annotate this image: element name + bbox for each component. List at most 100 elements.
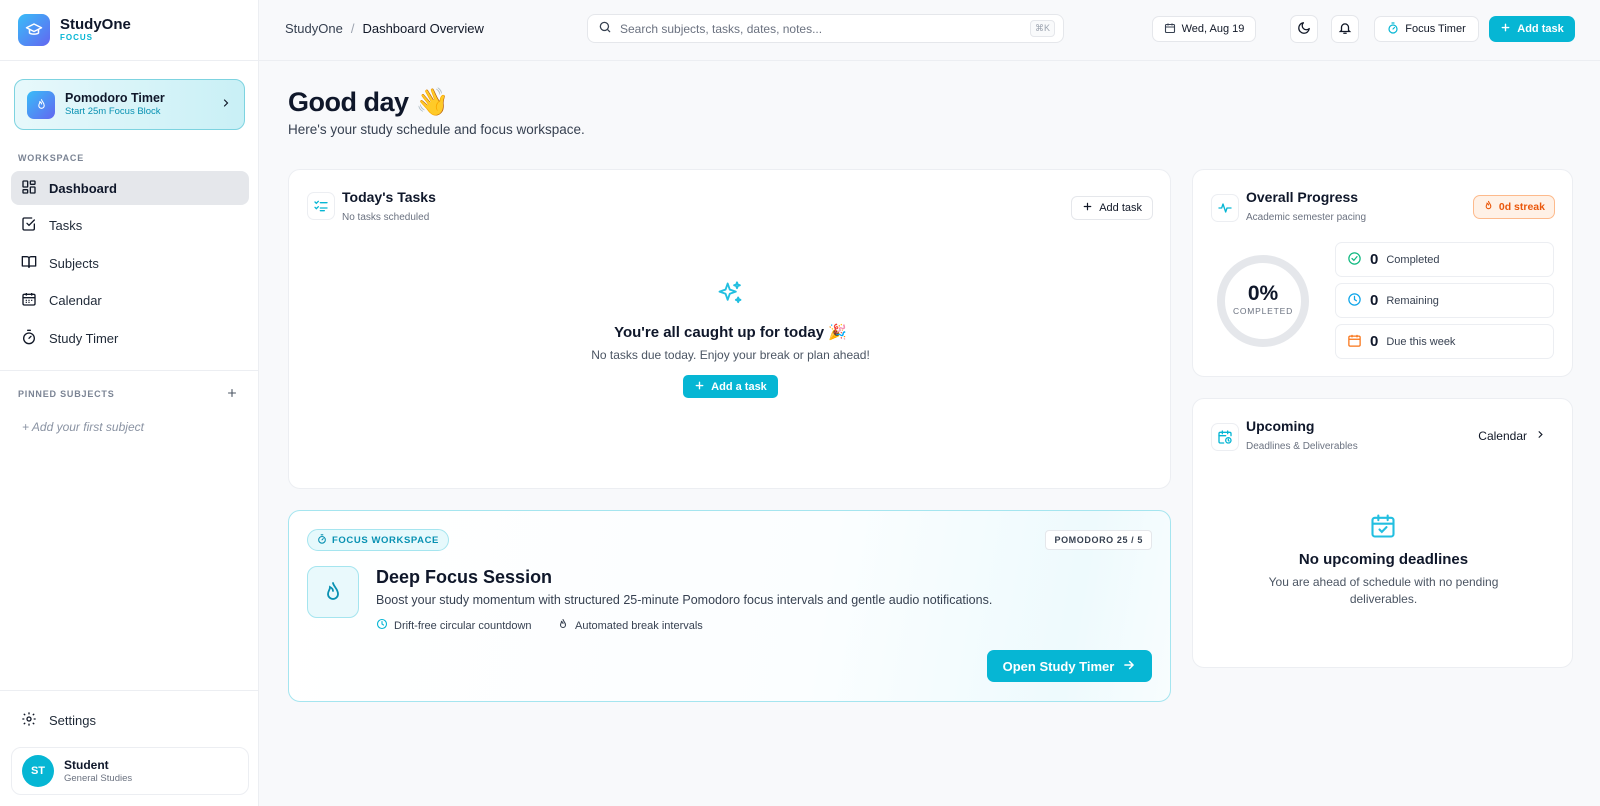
breadcrumb: StudyOne / Dashboard Overview (285, 21, 484, 36)
workspace-label: WORKSPACE (18, 153, 85, 163)
settings-label: Settings (49, 712, 96, 728)
sidebar-item-tasks[interactable]: Tasks (11, 208, 249, 242)
plus-icon (1500, 22, 1511, 36)
feature-breaks: Automated break intervals (557, 618, 703, 633)
add-a-task-label: Add a task (711, 380, 767, 393)
pomodoro-title: Pomodoro Timer (65, 91, 165, 105)
date-label: Wed, Aug 19 (1181, 23, 1245, 35)
checkbox-icon (21, 216, 37, 235)
card-subtitle: Deadlines & Deliverables (1246, 441, 1358, 452)
sidebar-item-label: Tasks (49, 217, 83, 233)
divider (0, 370, 258, 371)
arrow-right-icon (1122, 658, 1136, 675)
sidebar: StudyOne FOCUS Pomodoro Timer Start 25m … (0, 0, 259, 806)
sidebar-item-label: Subjects (49, 255, 99, 271)
list-check-icon (307, 192, 335, 220)
sidebar-item-calendar[interactable]: Calendar (11, 283, 249, 317)
feature-label: Automated break intervals (575, 619, 703, 632)
empty-state-title: You're all caught up for today 🎉 (614, 324, 847, 341)
focus-session-title: Deep Focus Session (376, 567, 553, 587)
calendar-check-icon (1369, 512, 1397, 543)
theme-toggle-button[interactable] (1290, 15, 1318, 43)
feature-countdown: Drift-free circular countdown (376, 618, 532, 633)
breadcrumb-separator: / (350, 21, 355, 36)
empty-state-subtitle: You are ahead of schedule with no pendin… (1268, 575, 1499, 606)
chevron-right-icon (1535, 429, 1546, 443)
page-subtitle: Here's your study schedule and focus wor… (288, 122, 585, 137)
streak-label: 0d streak (1498, 201, 1545, 213)
focus-workspace-pill: FOCUS WORKSPACE (307, 529, 449, 551)
pomodoro-subtitle: Start 25m Focus Block (65, 106, 161, 117)
clock-icon (1347, 292, 1362, 310)
breadcrumb-current: Dashboard Overview (362, 21, 484, 36)
chevron-right-icon (220, 97, 232, 112)
streak-badge: 0d streak (1472, 195, 1555, 219)
feature-label: Drift-free circular countdown (394, 619, 532, 632)
page-title: Good day 👋 (288, 87, 449, 117)
empty-state-subtitle: No tasks due today. Enjoy your break or … (591, 348, 870, 362)
gear-icon (21, 711, 37, 730)
divider (0, 690, 258, 691)
brand-subtitle: FOCUS (60, 33, 93, 42)
calendar-link[interactable]: Calendar (1478, 429, 1546, 443)
add-first-subject-link[interactable]: + Add your first subject (22, 420, 144, 434)
calendar-icon (21, 291, 37, 310)
search-bar[interactable]: ⌘K (587, 14, 1064, 43)
pomodoro-tag: POMODORO 25 / 5 (1045, 530, 1152, 550)
sidebar-item-label: Study Timer (49, 330, 119, 346)
moon-icon (1297, 21, 1311, 38)
date-button[interactable]: Wed, Aug 19 (1152, 16, 1256, 42)
card-subtitle: No tasks scheduled (342, 212, 430, 223)
timer-icon (21, 329, 37, 348)
pill-label: FOCUS WORKSPACE (332, 534, 439, 546)
stat-value: 0 (1370, 292, 1379, 309)
add-task-label: Add task (1517, 23, 1564, 35)
sidebar-item-dashboard[interactable]: Dashboard (11, 171, 249, 205)
progress-percent-label: COMPLETED (1232, 306, 1294, 316)
add-task-label: Add task (1099, 202, 1142, 214)
card-title: Overall Progress (1246, 189, 1359, 205)
timer-icon (1387, 21, 1399, 37)
calendar-icon (1347, 333, 1362, 351)
add-pinned-subject-plus-icon[interactable] (226, 387, 238, 402)
stat-label: Completed (1386, 253, 1440, 266)
sidebar-item-study-timer[interactable]: Study Timer (11, 321, 249, 355)
add-a-task-button[interactable]: Add a task (683, 375, 778, 398)
search-icon (598, 20, 612, 37)
stat-due-this-week: 0 Due this week (1335, 324, 1554, 359)
calendar-icon (1164, 22, 1176, 37)
focus-session-description: Boost your study momentum with structure… (376, 593, 993, 607)
sidebar-item-label: Calendar (49, 292, 102, 308)
search-input[interactable] (620, 21, 1022, 36)
brand[interactable]: StudyOne FOCUS (18, 14, 131, 46)
divider (0, 60, 258, 61)
timer-icon (317, 533, 327, 547)
user-profile-card[interactable]: ST Student General Studies (11, 747, 249, 795)
sidebar-item-label: Dashboard (49, 180, 117, 196)
stat-value: 0 (1370, 251, 1379, 268)
breadcrumb-root[interactable]: StudyOne (285, 21, 343, 36)
check-circle-icon (1347, 251, 1362, 269)
stat-label: Due this week (1386, 335, 1456, 348)
book-icon (21, 254, 37, 273)
calendar-link-label: Calendar (1478, 429, 1527, 443)
open-study-timer-label: Open Study Timer (1002, 658, 1115, 674)
focus-timer-button[interactable]: Focus Timer (1374, 16, 1479, 42)
pomodoro-timer-card[interactable]: Pomodoro Timer Start 25m Focus Block (14, 79, 245, 130)
add-task-card-button[interactable]: Add task (1071, 196, 1153, 220)
add-task-button[interactable]: Add task (1489, 16, 1575, 42)
open-study-timer-button[interactable]: Open Study Timer (987, 650, 1152, 682)
stat-completed: 0 Completed (1335, 242, 1554, 277)
sidebar-item-subjects[interactable]: Subjects (11, 246, 249, 280)
focus-workspace-card: FOCUS WORKSPACE POMODORO 25 / 5 Deep Foc… (288, 510, 1171, 702)
user-program: General Studies (64, 772, 133, 784)
plus-icon (1082, 201, 1093, 215)
todays-tasks-card: Today's Tasks No tasks scheduled Add tas… (288, 169, 1171, 489)
settings-button[interactable]: Settings (11, 703, 249, 737)
card-title: Upcoming (1246, 418, 1315, 434)
calendar-clock-icon (1211, 423, 1239, 451)
focus-timer-label: Focus Timer (1405, 23, 1466, 35)
dashboard-icon (21, 179, 37, 198)
stat-remaining: 0 Remaining (1335, 283, 1554, 318)
notifications-button[interactable] (1331, 15, 1359, 43)
